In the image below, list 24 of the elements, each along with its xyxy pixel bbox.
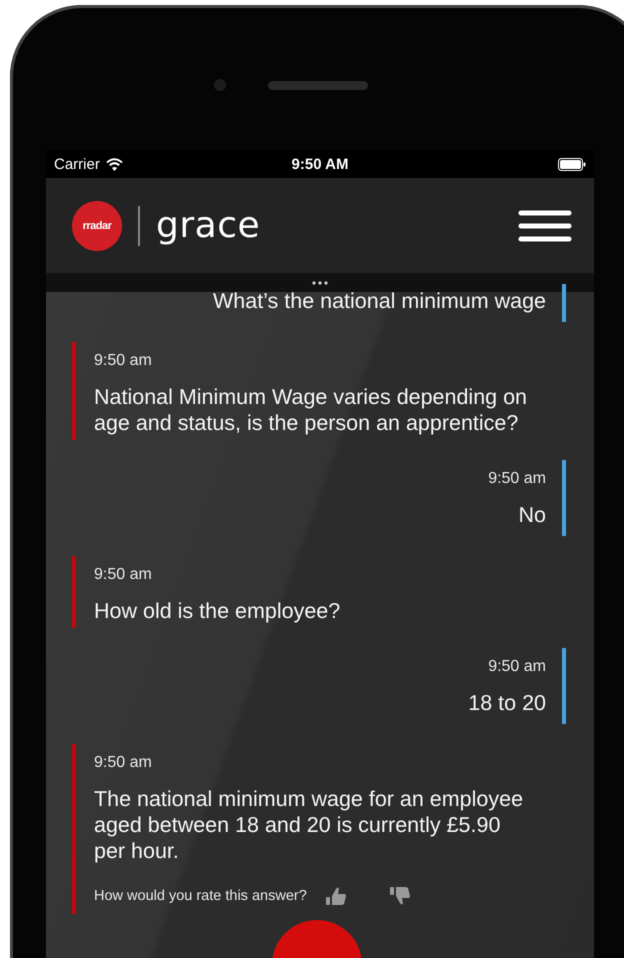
thumbs-up-icon[interactable] xyxy=(324,886,347,906)
status-time: 9:50 AM xyxy=(292,156,348,172)
rating-prompt: How would you rate this answer? xyxy=(94,888,307,904)
menu-icon xyxy=(518,210,572,242)
wifi-icon xyxy=(106,158,123,170)
message-time: 9:50 am xyxy=(94,566,153,584)
message-text: What’s the national minimum wage xyxy=(212,288,546,314)
message-time: 9:50 am xyxy=(488,658,546,676)
message-time: 9:50 am xyxy=(488,470,546,488)
thumbs-down-icon[interactable] xyxy=(388,886,411,906)
message-text: 18 to 20 xyxy=(468,690,546,716)
message-time: 9:50 am xyxy=(94,754,153,772)
logo: rradar xyxy=(72,200,122,250)
message-text: No xyxy=(518,502,546,528)
app-name: grace xyxy=(156,205,260,246)
message-text: National Minimum Wage varies depending on age and status, is the person an apprentice? xyxy=(94,384,528,436)
message-text: The national minimum wage for an employee aged between 18 and 20 is currently £5.90 per hour. xyxy=(94,786,524,864)
menu-button[interactable] xyxy=(518,210,572,242)
carrier-label: Carrier xyxy=(54,156,100,172)
message-time: 9:50 am xyxy=(94,352,153,370)
message-text: How old is the employee? xyxy=(94,598,342,624)
camera-lens xyxy=(214,79,226,91)
battery-icon xyxy=(558,158,586,170)
more-icon[interactable] xyxy=(312,280,328,284)
